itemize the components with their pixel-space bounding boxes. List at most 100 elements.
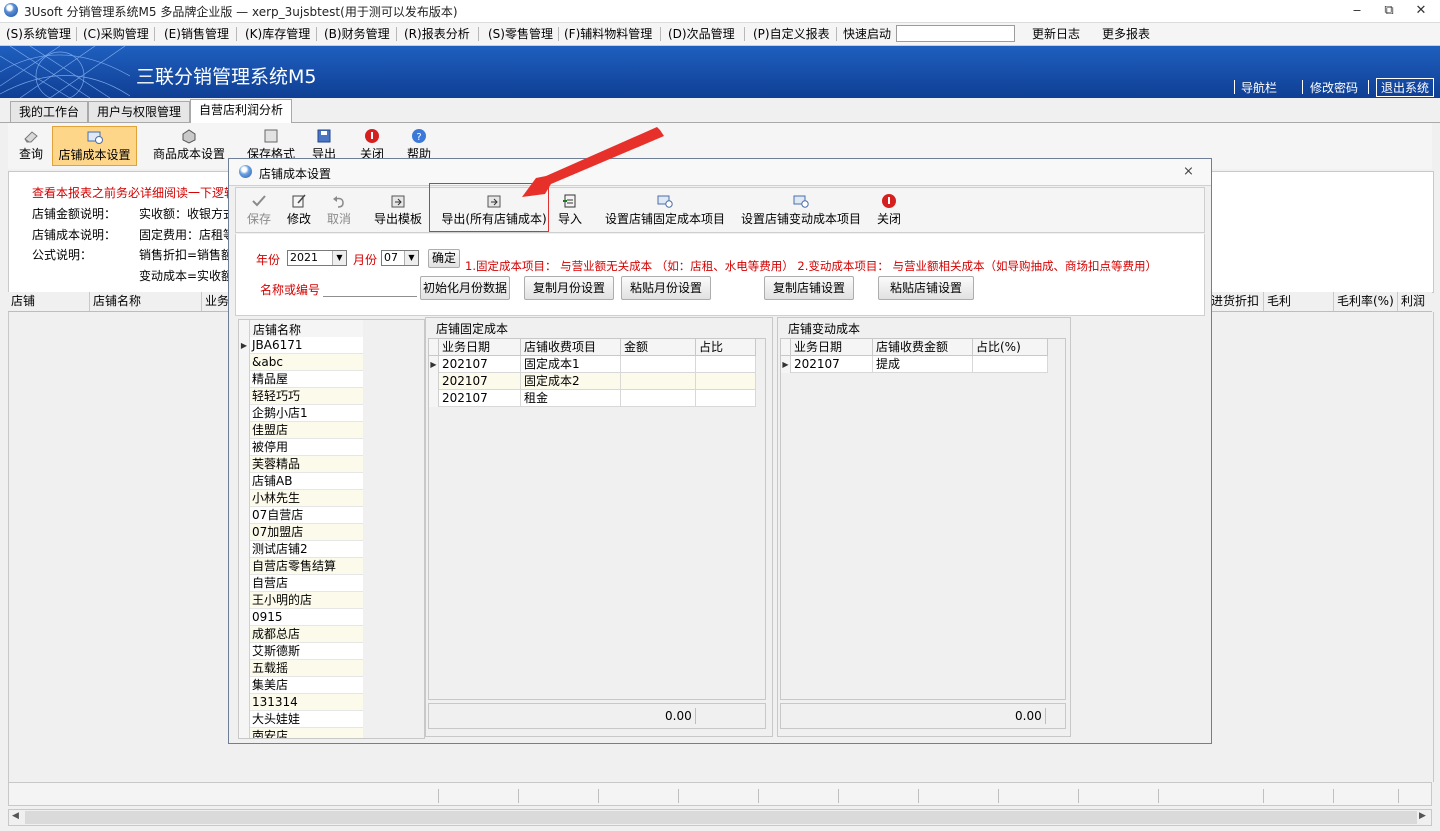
menu-purchase[interactable]: (C)采购管理 [83, 23, 149, 45]
fixed-cost-cell[interactable] [621, 356, 696, 373]
col-gross-margin[interactable]: 毛利率(%) [1334, 292, 1398, 311]
store-list-item[interactable]: 轻轻巧巧 [250, 388, 363, 405]
fixed-cost-cell[interactable]: 租金 [521, 390, 621, 407]
variable-col-date[interactable]: 业务日期 [791, 339, 873, 356]
set-variable-cost-items-button[interactable]: 设置店铺变动成本项目 [738, 190, 864, 230]
minimize-icon[interactable]: ‒ [1340, 0, 1374, 22]
dialog-close-icon[interactable]: ⨯ [1183, 164, 1194, 179]
variable-col-ratio[interactable]: 占比(%) [973, 339, 1048, 356]
init-month-data-button[interactable]: 初始化月份数据 [420, 276, 510, 300]
store-list-item[interactable]: &abc [250, 354, 363, 371]
tab-workbench[interactable]: 我的工作台 [10, 101, 89, 122]
fixed-cost-cell[interactable] [696, 390, 756, 407]
fixed-cost-cell[interactable] [621, 373, 696, 390]
store-list-item[interactable]: 被停用 [250, 439, 363, 456]
import-button[interactable]: 导入 [556, 190, 584, 230]
tab-user-permissions[interactable]: 用户与权限管理 [88, 101, 191, 122]
copy-month-settings-button[interactable]: 复制月份设置 [524, 276, 614, 300]
fixed-cost-cell[interactable] [621, 390, 696, 407]
store-list-item[interactable]: 店铺AB [250, 473, 363, 490]
fixed-cost-cell[interactable]: 固定成本2 [521, 373, 621, 390]
variable-col-amount[interactable]: 店铺收费金额 [873, 339, 973, 356]
menu-custom-reports[interactable]: (P)自定义报表 [753, 23, 830, 45]
scroll-thumb[interactable] [25, 811, 1417, 824]
fixed-cost-cell[interactable] [696, 373, 756, 390]
store-list-item[interactable]: 小林先生 [250, 490, 363, 507]
dialog-close-button[interactable]: 关闭 [874, 190, 904, 230]
store-list-item[interactable]: 企鹅小店1 [250, 405, 363, 422]
fixed-col-item[interactable]: 店铺收费项目 [521, 339, 621, 356]
scroll-right-icon[interactable]: ▶ [1419, 811, 1426, 821]
change-password-link[interactable]: 修改密码 [1310, 79, 1358, 96]
store-list-item[interactable]: 王小明的店 [250, 592, 363, 609]
menu-system[interactable]: (S)系统管理 [6, 23, 71, 45]
month-select[interactable]: 07 ▼ [381, 250, 419, 266]
variable-cost-cell[interactable]: 202107 [791, 356, 873, 373]
tab-store-profit[interactable]: 自营店利润分析 [190, 99, 293, 123]
store-list-item[interactable]: 自营店零售结算 [250, 558, 363, 575]
confirm-button[interactable]: 确定 [428, 249, 460, 268]
store-list-item[interactable]: 131314 [250, 694, 363, 711]
menu-finance[interactable]: (B)财务管理 [324, 23, 390, 45]
store-list-item[interactable]: 五载摇 [250, 660, 363, 677]
store-list-item[interactable]: 精品屋 [250, 371, 363, 388]
fixed-col-ratio[interactable]: 占比 [696, 339, 756, 356]
store-list-item[interactable]: 南安店 [250, 728, 363, 738]
menu-changelog[interactable]: 更新日志 [1032, 23, 1080, 45]
copy-store-settings-button[interactable]: 复制店铺设置 [764, 276, 854, 300]
variable-cost-cell[interactable] [973, 356, 1048, 373]
save-button[interactable]: 保存 [242, 190, 276, 230]
edit-button[interactable]: 修改 [282, 190, 316, 230]
store-list-item[interactable]: 佳盟店 [250, 422, 363, 439]
menu-more-reports[interactable]: 更多报表 [1102, 23, 1150, 45]
restore-icon[interactable]: ⧉ [1372, 0, 1406, 22]
fixed-col-amount[interactable]: 金额 [621, 339, 696, 356]
store-list-item[interactable]: 07自营店 [250, 507, 363, 524]
set-fixed-cost-items-button[interactable]: 设置店铺固定成本项目 [602, 190, 728, 230]
fixed-cost-cell[interactable]: 202107 [439, 390, 521, 407]
store-list-item[interactable]: 大头娃娃 [250, 711, 363, 728]
fixed-cost-cell[interactable]: 202107 [439, 373, 521, 390]
nav-bar-link[interactable]: 导航栏 [1241, 79, 1277, 96]
store-list-item[interactable]: 芙蓉精品 [250, 456, 363, 473]
logout-link[interactable]: 退出系统 [1376, 78, 1435, 97]
quick-launch-input[interactable] [896, 25, 1015, 42]
variable-cost-cell[interactable]: 提成 [873, 356, 973, 373]
query-button[interactable]: 查询 [12, 126, 50, 166]
goods-cost-button[interactable]: 商品成本设置 [150, 126, 228, 166]
paste-store-settings-button[interactable]: 粘贴店铺设置 [878, 276, 974, 300]
menu-inventory[interactable]: (K)库存管理 [245, 23, 310, 45]
menu-defects[interactable]: (D)次品管理 [668, 23, 735, 45]
store-list-item[interactable]: 0915 [250, 609, 363, 626]
store-list-item[interactable]: 测试店铺2 [250, 541, 363, 558]
store-cost-button[interactable]: 店铺成本设置 [52, 126, 137, 166]
store-list-item[interactable]: 07加盟店 [250, 524, 363, 541]
close-window-icon[interactable]: ✕ [1404, 0, 1438, 22]
store-list-item[interactable]: 集美店 [250, 677, 363, 694]
store-name-header[interactable]: 店铺名称 [253, 321, 301, 338]
export-template-button[interactable]: 导出模板 [370, 190, 426, 230]
col-profit[interactable]: 利润 [1398, 292, 1432, 311]
menu-retail[interactable]: (S)零售管理 [488, 23, 553, 45]
store-list-item[interactable]: JBA6171 [250, 337, 363, 354]
col-purchase-discount[interactable]: 进货折扣 [1208, 292, 1264, 311]
menu-reports[interactable]: (R)报表分析 [404, 23, 470, 45]
paste-month-settings-button[interactable]: 粘贴月份设置 [621, 276, 711, 300]
fixed-col-date[interactable]: 业务日期 [439, 339, 521, 356]
menu-sales[interactable]: (E)销售管理 [164, 23, 229, 45]
menu-materials[interactable]: (F)辅料物料管理 [564, 23, 652, 45]
scroll-left-icon[interactable]: ◀ [12, 811, 19, 821]
col-store[interactable]: 店铺 [8, 292, 90, 311]
horizontal-scrollbar[interactable]: ◀ ▶ [8, 809, 1432, 826]
fixed-cost-cell[interactable]: 202107 [439, 356, 521, 373]
col-store-name[interactable]: 店铺名称 [90, 292, 202, 311]
store-list-item[interactable]: 艾斯德斯 [250, 643, 363, 660]
fixed-cost-cell[interactable] [696, 356, 756, 373]
store-list-item[interactable]: 自营店 [250, 575, 363, 592]
fixed-cost-cell[interactable]: 固定成本1 [521, 356, 621, 373]
cancel-button[interactable]: 取消 [322, 190, 356, 230]
store-list-item[interactable]: 成都总店 [250, 626, 363, 643]
col-gross-profit[interactable]: 毛利 [1264, 292, 1334, 311]
year-select[interactable]: 2021 ▼ [287, 250, 347, 266]
name-or-code-input[interactable] [323, 278, 417, 297]
